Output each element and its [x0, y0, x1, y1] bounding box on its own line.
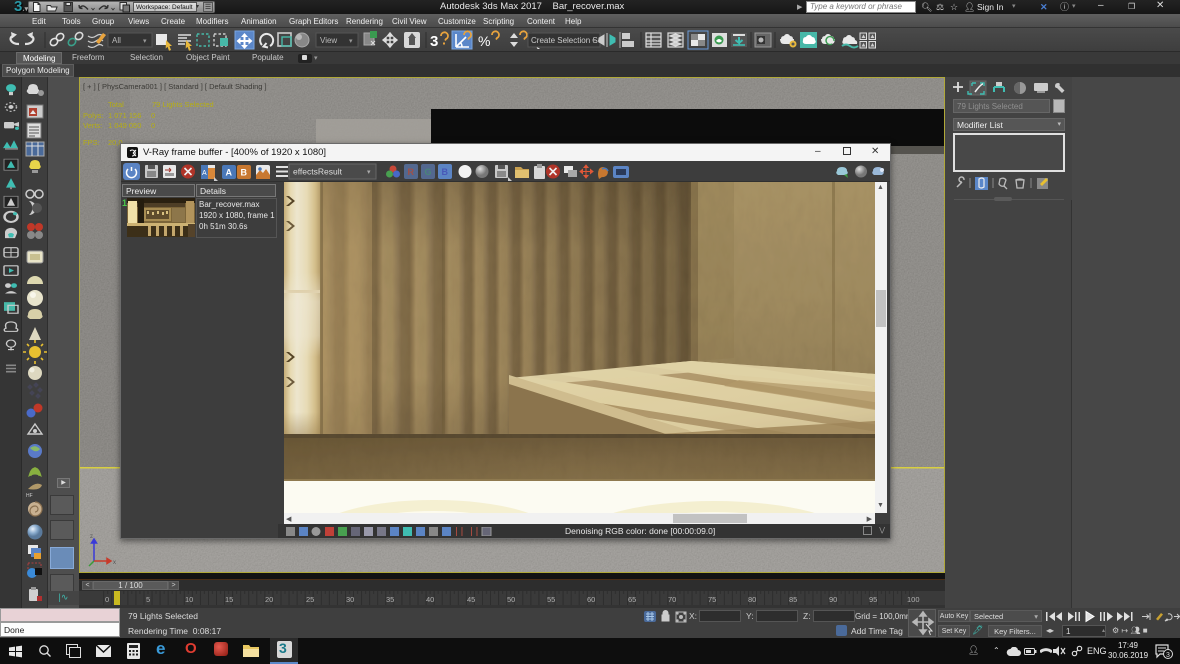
svg-text:70: 70	[668, 595, 676, 604]
svg-text:A: A	[226, 168, 233, 178]
svg-text:││: ││	[469, 527, 480, 536]
svg-text:B: B	[241, 168, 248, 178]
svg-text:60: 60	[587, 595, 595, 604]
svg-text:25: 25	[306, 595, 314, 604]
svg-text:90: 90	[829, 595, 837, 604]
svg-text:65: 65	[628, 595, 636, 604]
svg-text:85: 85	[789, 595, 797, 604]
svg-text:50: 50	[507, 595, 515, 604]
svg-text:R: R	[408, 167, 415, 177]
svg-text:75: 75	[708, 595, 716, 604]
svg-text:0: 0	[105, 595, 109, 604]
svg-text:▾: ▾	[143, 38, 147, 45]
svg-text:z: z	[90, 534, 93, 540]
svg-text:55: 55	[547, 595, 555, 604]
svg-text:30: 30	[346, 595, 354, 604]
svg-text:A: A	[202, 170, 207, 177]
svg-text:effectsResult: effectsResult	[293, 167, 343, 177]
svg-text:B: B	[442, 167, 449, 177]
svg-text:35: 35	[386, 595, 394, 604]
svg-text:▾: ▾	[349, 38, 353, 45]
svg-text:95: 95	[869, 595, 877, 604]
svg-text:x: x	[113, 560, 116, 566]
svg-text:All: All	[112, 36, 121, 45]
svg-text:5: 5	[146, 595, 150, 604]
svg-text:10: 10	[185, 595, 193, 604]
svg-text:45: 45	[467, 595, 475, 604]
svg-text:HF: HF	[26, 493, 33, 499]
svg-text:20: 20	[265, 595, 273, 604]
svg-text:%: %	[478, 33, 490, 49]
svg-text:G: G	[425, 167, 432, 177]
svg-text:▾: ▾	[592, 39, 595, 45]
svg-text:3: 3	[430, 33, 438, 50]
svg-text:80: 80	[748, 595, 756, 604]
svg-text:100: 100	[907, 595, 920, 604]
svg-text:▾: ▾	[367, 169, 371, 176]
svg-text:││: ││	[454, 527, 465, 536]
svg-text:View: View	[320, 36, 337, 45]
svg-text:3: 3	[1166, 652, 1170, 659]
svg-text:40: 40	[426, 595, 434, 604]
svg-text:15: 15	[225, 595, 233, 604]
